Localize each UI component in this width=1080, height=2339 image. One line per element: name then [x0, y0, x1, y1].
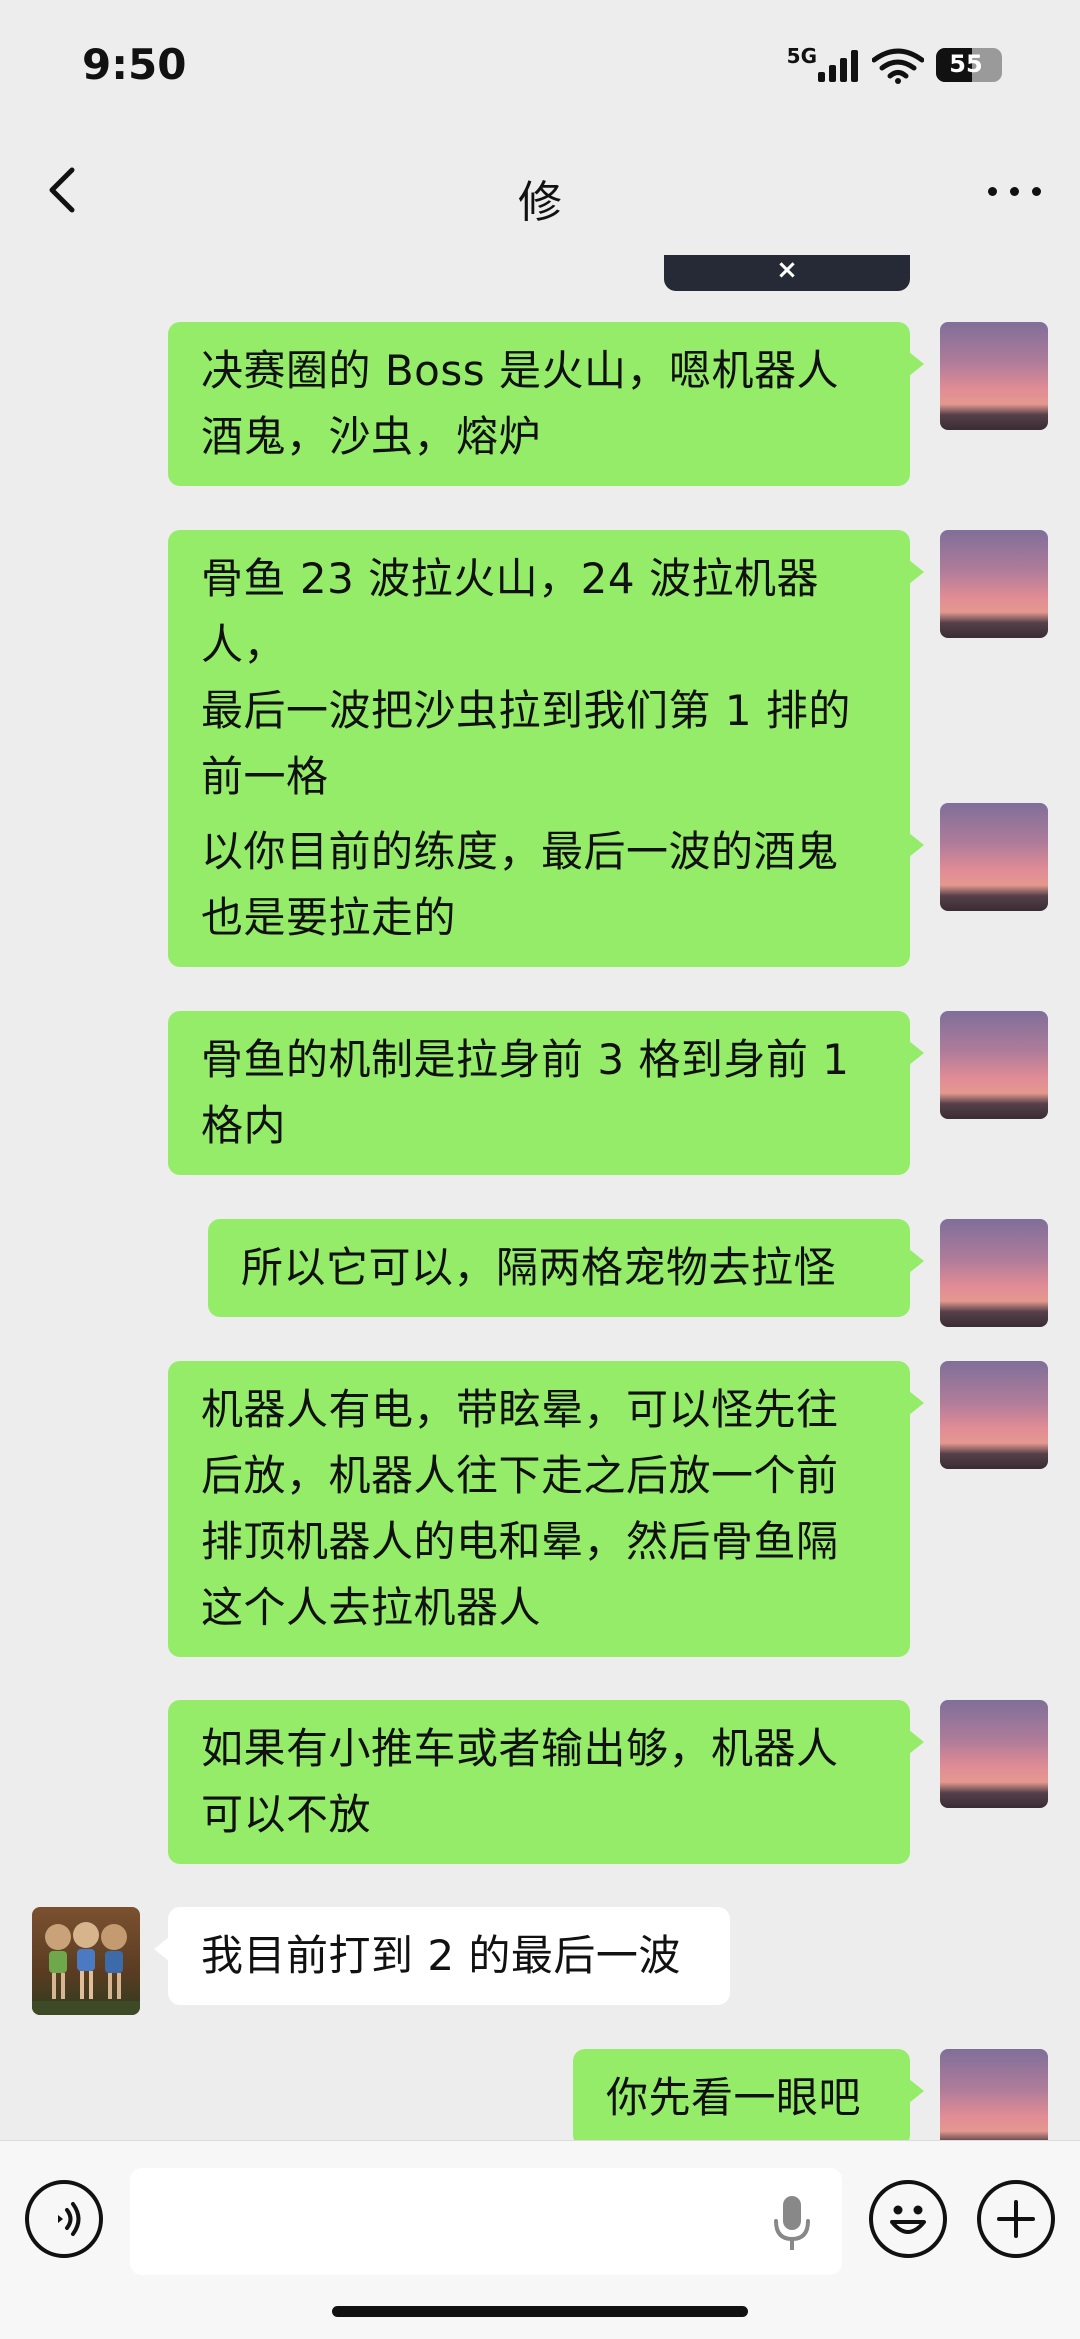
message-list[interactable]: × 决赛圈的 Boss 是火山，嗯机器人 酒鬼，沙虫，熔炉 骨鱼 23 波拉火山… — [0, 255, 1080, 2140]
message-line: 也是要拉走的 — [201, 893, 457, 942]
message-line: 酒鬼，沙虫，熔炉 — [201, 412, 542, 461]
message-bubble-incoming[interactable]: 我目前打到 2 的最后一波 — [154, 1907, 730, 2005]
message-line: 我目前打到 2 的最后一波 — [201, 1931, 681, 1980]
message-bubble-outgoing[interactable]: 骨鱼的机制是拉身前 3 格到身前 1 格内 — [168, 1011, 924, 1175]
avatar-self[interactable] — [940, 1361, 1048, 1469]
battery-icon: 55 — [936, 48, 1002, 82]
avatar-self[interactable] — [940, 530, 1048, 638]
message-line: 排顶机器人的电和晕，然后骨鱼隔 — [201, 1517, 839, 1566]
cellular-signal-icon — [818, 50, 862, 82]
message-input[interactable] — [130, 2168, 842, 2275]
avatar-self[interactable] — [940, 1219, 1048, 1327]
status-time: 9:50 — [82, 40, 187, 89]
message-line: 你先看一眼吧 — [606, 2073, 862, 2122]
message-bubble-outgoing[interactable]: 决赛圈的 Boss 是火山，嗯机器人 酒鬼，沙虫，熔炉 — [168, 322, 924, 486]
toy-figures-image — [32, 1922, 140, 2015]
avatar-self[interactable] — [940, 2049, 1048, 2140]
message-line: 后放，机器人往下走之后放一个前 — [201, 1451, 839, 1500]
close-icon[interactable]: × — [664, 255, 910, 285]
more-horizontal-icon[interactable] — [980, 160, 1050, 220]
plus-icon[interactable] — [977, 2180, 1055, 2258]
status-icons: 5G 55 — [762, 44, 1002, 84]
message-bubble-outgoing[interactable]: 所以它可以，隔两格宠物去拉怪 — [208, 1219, 924, 1317]
message-line: 如果有小推车或者输出够，机器人 — [201, 1724, 839, 1773]
home-indicator[interactable] — [332, 2306, 748, 2317]
avatar-self[interactable] — [940, 1011, 1048, 1119]
status-bar: 9:50 5G 55 — [0, 0, 1080, 130]
message-line: 所以它可以，隔两格宠物去拉怪 — [241, 1243, 837, 1292]
message-line: 最后一波把沙虫拉到我们第 1 排的 — [201, 686, 851, 735]
message-line: 以你目前的练度，最后一波的酒鬼 — [201, 827, 839, 876]
video-message-card[interactable]: × — [664, 255, 910, 291]
network-type-label: 5G — [786, 44, 817, 68]
avatar-self[interactable] — [940, 322, 1048, 430]
message-bubble-outgoing[interactable]: 机器人有电，带眩晕，可以怪先往 后放，机器人往下走之后放一个前 排顶机器人的电和… — [168, 1361, 924, 1657]
voice-icon[interactable] — [25, 2180, 103, 2258]
message-line: 格内 — [201, 1101, 287, 1150]
chat-header: 修 — [0, 130, 1080, 255]
microphone-icon[interactable] — [771, 2193, 813, 2253]
battery-percent: 55 — [949, 50, 983, 78]
wifi-icon — [872, 48, 924, 84]
message-line: 可以不放 — [201, 1790, 372, 1839]
message-bubble-outgoing[interactable]: 骨鱼 23 波拉火山，24 波拉机器人， 最后一波把沙虫拉到我们第 1 排的 前… — [168, 530, 924, 826]
avatar-self[interactable] — [940, 803, 1048, 911]
avatar-contact[interactable] — [32, 1907, 140, 2015]
emoji-icon[interactable] — [869, 2180, 947, 2258]
message-line: 骨鱼的机制是拉身前 3 格到身前 1 — [201, 1035, 850, 1084]
message-line: 骨鱼 23 波拉火山，24 波拉机器人， — [201, 554, 819, 669]
chat-title: 修 — [518, 177, 562, 228]
message-bubble-outgoing[interactable]: 以你目前的练度，最后一波的酒鬼 也是要拉走的 — [168, 803, 924, 967]
message-line: 前一格 — [201, 752, 329, 801]
message-line: 这个人去拉机器人 — [201, 1583, 542, 1632]
message-bubble-outgoing[interactable]: 如果有小推车或者输出够，机器人 可以不放 — [168, 1700, 924, 1864]
message-line: 机器人有电，带眩晕，可以怪先往 — [201, 1385, 839, 1434]
avatar-self[interactable] — [940, 1700, 1048, 1808]
message-bubble-outgoing[interactable]: 你先看一眼吧 — [573, 2049, 924, 2140]
message-line: 决赛圈的 Boss 是火山，嗯机器人 — [201, 346, 839, 395]
